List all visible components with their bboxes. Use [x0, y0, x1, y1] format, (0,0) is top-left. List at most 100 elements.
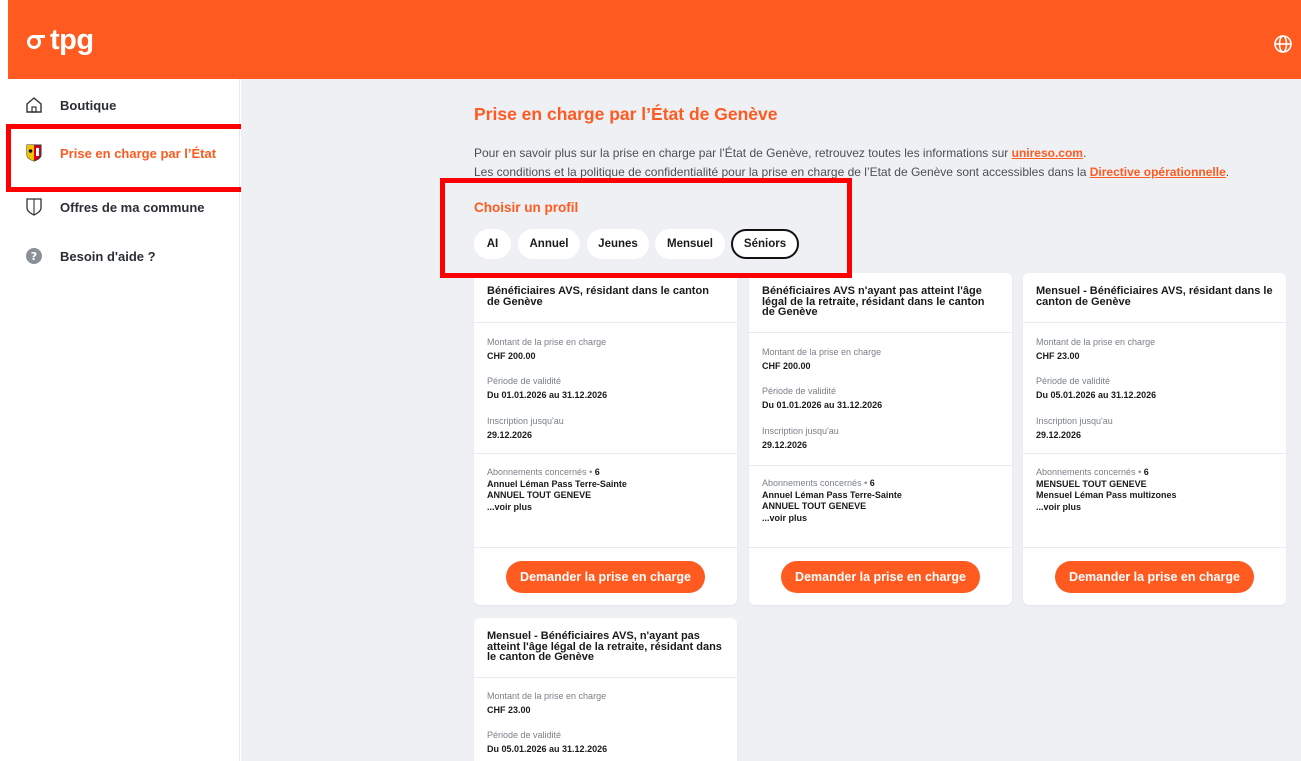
amount-field: Montant de la prise en charge CHF 23.00 — [1036, 335, 1155, 363]
top-bar: tpg — [0, 0, 1301, 79]
divider — [749, 332, 1012, 333]
sidebar-item-aide[interactable]: ? Besoin d'aide ? — [0, 231, 240, 281]
request-button[interactable]: Demander la prise en charge — [506, 561, 705, 593]
divider — [474, 677, 737, 678]
logo-text: tpg — [50, 24, 94, 56]
signup-value: 29.12.2026 — [1036, 430, 1082, 440]
subscriptions: Abonnements concernés • 6 MENSUEL TOUT G… — [1036, 467, 1177, 513]
sidebar-item-boutique[interactable]: Boutique — [0, 80, 240, 130]
see-more-link[interactable]: ...voir plus — [1036, 502, 1177, 514]
signup-field: Inscription jusqu'au 29.12.2026 — [1036, 414, 1113, 442]
divider — [1023, 322, 1286, 323]
signup-field: Inscription jusqu'au 29.12.2026 — [487, 414, 564, 442]
amount-field: Montant de la prise en charge CHF 200.00 — [487, 335, 606, 363]
header-edge — [0, 0, 8, 79]
sidebar-item-label: Boutique — [60, 97, 117, 113]
amount-label: Montant de la prise en charge — [487, 691, 607, 701]
amount-label: Montant de la prise en charge — [762, 347, 882, 357]
subscriptions: Abonnements concernés • 6 Annuel Léman P… — [487, 467, 627, 513]
request-button[interactable]: Demander la prise en charge — [781, 561, 980, 593]
shield-icon — [24, 197, 44, 217]
validity-label: Période de validité — [487, 730, 562, 740]
amount-value: CHF 23.00 — [487, 705, 531, 715]
subs-label-text: Abonnements concernés • — [762, 478, 870, 488]
amount-label: Montant de la prise en charge — [1036, 337, 1156, 347]
subs-item: MENSUEL TOUT GENEVE — [1036, 478, 1147, 489]
see-more-link[interactable]: ...voir plus — [487, 502, 627, 514]
divider — [749, 465, 1012, 466]
validity-label: Période de validité — [762, 386, 837, 396]
intro-line-2-end: . — [1225, 165, 1230, 179]
subs-item: Annuel Léman Pass Terre-Sainte — [762, 489, 902, 500]
validity-value: Du 05.01.2026 au 31.12.2026 — [1036, 390, 1157, 400]
offer-card: Bénéficiaires AVS n'ayant pas atteint l'… — [749, 273, 1012, 605]
subs-count: 6 — [1143, 467, 1149, 477]
validity-field: Période de validité Du 05.01.2026 au 31.… — [1036, 374, 1156, 402]
card-title: Bénéficiaires AVS n'ayant pas atteint l'… — [762, 285, 985, 318]
subs-label: Abonnements concernés • 6 — [487, 467, 627, 479]
divider — [474, 453, 737, 454]
directive-link[interactable]: Directive opérationnelle — [1090, 165, 1226, 179]
subscriptions: Abonnements concernés • 6 Annuel Léman P… — [762, 478, 902, 524]
amount-label: Montant de la prise en charge — [487, 337, 607, 347]
home-icon — [24, 95, 44, 115]
divider — [1023, 547, 1286, 548]
sidebar-item-label: Offres de ma commune — [60, 199, 205, 215]
signup-value: 29.12.2026 — [487, 430, 533, 440]
subs-item: Mensuel Léman Pass multizones — [1036, 490, 1177, 500]
subs-label: Abonnements concernés • 6 — [1036, 467, 1177, 479]
subs-item: ANNUEL TOUT GENEVE — [762, 501, 867, 511]
highlight-box-profile — [440, 178, 852, 278]
unireso-link[interactable]: unireso.com — [1012, 146, 1083, 160]
subs-label-text: Abonnements concernés • — [1036, 467, 1144, 477]
see-more-link[interactable]: ...voir plus — [762, 513, 902, 525]
signup-label: Inscription jusqu'au — [762, 426, 839, 436]
validity-label: Période de validité — [1036, 376, 1111, 386]
page-title: Prise en charge par l’État de Genève — [474, 104, 778, 124]
tpg-sigma-icon — [27, 34, 45, 49]
divider — [474, 547, 737, 548]
subs-item: Annuel Léman Pass Terre-Sainte — [487, 478, 627, 489]
highlight-box-nav — [6, 124, 250, 192]
intro-text: Pour en savoir plus sur la prise en char… — [474, 144, 1229, 182]
subs-label: Abonnements concernés • 6 — [762, 478, 902, 490]
subs-item: ANNUEL TOUT GENEVE — [487, 490, 592, 500]
amount-field: Montant de la prise en charge CHF 23.00 — [487, 689, 606, 717]
help-icon: ? — [24, 246, 44, 266]
offer-card: Mensuel - Bénéficiaires AVS, résidant da… — [1023, 273, 1286, 605]
divider — [749, 547, 1012, 548]
signup-label: Inscription jusqu'au — [1036, 416, 1113, 426]
amount-value: CHF 23.00 — [1036, 351, 1080, 361]
offer-card: Mensuel - Bénéficiaires AVS, n'ayant pas… — [474, 618, 737, 761]
validity-field: Période de validité Du 05.01.2026 au 31.… — [487, 728, 607, 756]
intro-line-1: Pour en savoir plus sur la prise en char… — [474, 144, 1229, 163]
intro-line-1-end: . — [1082, 146, 1087, 160]
tpg-logo[interactable]: tpg — [26, 26, 94, 55]
amount-value: CHF 200.00 — [762, 361, 811, 371]
request-button[interactable]: Demander la prise en charge — [1055, 561, 1254, 593]
globe-icon[interactable] — [1273, 34, 1293, 54]
offer-card: Bénéficiaires AVS, résidant dans le cant… — [474, 273, 737, 605]
validity-label: Période de validité — [487, 376, 562, 386]
validity-field: Période de validité Du 01.01.2026 au 31.… — [762, 384, 882, 412]
intro-line-1-text: Pour en savoir plus sur la prise en char… — [474, 146, 1012, 160]
subs-count: 6 — [869, 478, 875, 488]
sidebar-item-label: Besoin d'aide ? — [60, 248, 156, 264]
subs-label-text: Abonnements concernés • — [487, 467, 595, 477]
card-title: Mensuel - Bénéficiaires AVS, n'ayant pas… — [487, 630, 722, 663]
card-title: Bénéficiaires AVS, résidant dans le cant… — [487, 285, 709, 308]
amount-field: Montant de la prise en charge CHF 200.00 — [762, 345, 881, 373]
validity-field: Période de validité Du 01.01.2026 au 31.… — [487, 374, 607, 402]
divider — [474, 322, 737, 323]
validity-value: Du 01.01.2026 au 31.12.2026 — [762, 400, 883, 410]
signup-label: Inscription jusqu'au — [487, 416, 564, 426]
signup-field: Inscription jusqu'au 29.12.2026 — [762, 424, 839, 452]
signup-value: 29.12.2026 — [762, 440, 808, 450]
validity-value: Du 05.01.2026 au 31.12.2026 — [487, 744, 608, 754]
subs-count: 6 — [594, 467, 600, 477]
amount-value: CHF 200.00 — [487, 351, 536, 361]
divider — [1023, 453, 1286, 454]
validity-value: Du 01.01.2026 au 31.12.2026 — [487, 390, 608, 400]
svg-text:?: ? — [31, 250, 37, 263]
card-title: Mensuel - Bénéficiaires AVS, résidant da… — [1036, 285, 1273, 308]
